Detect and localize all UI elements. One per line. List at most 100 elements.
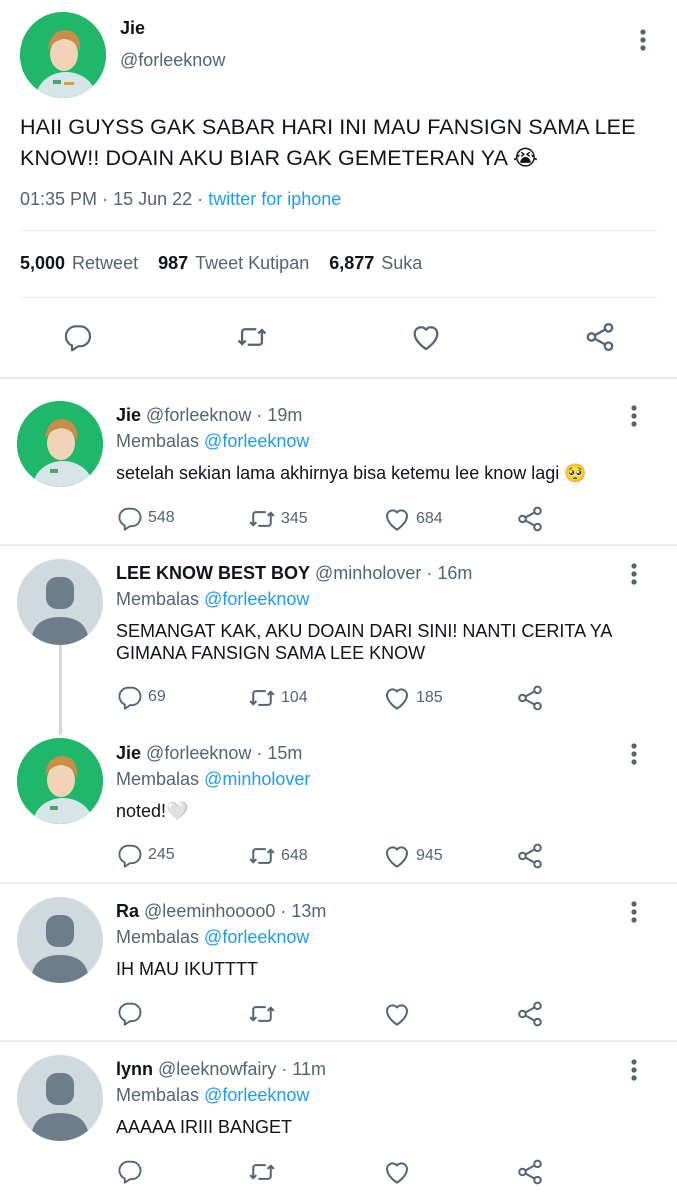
divider xyxy=(20,297,657,298)
like-button[interactable] xyxy=(409,320,443,354)
reply-author-name[interactable]: LEE KNOW BEST BOY xyxy=(116,563,310,583)
reply-button[interactable] xyxy=(116,999,148,1027)
share-button[interactable] xyxy=(515,999,545,1029)
meta-separator: · xyxy=(197,189,204,209)
share-icon xyxy=(518,685,542,711)
replying-to-handle[interactable]: @forleeknow xyxy=(204,927,309,947)
replying-to: Membalas @forleeknow xyxy=(116,1085,309,1106)
reply-header: Jie @forleeknow · 15m xyxy=(116,743,302,764)
reply-author-name[interactable]: Jie xyxy=(116,743,141,763)
tweet-stats: 5,000 Retweet 987 Tweet Kutipan 6,877 Suka xyxy=(20,253,422,274)
more-icon[interactable] xyxy=(622,742,646,766)
replying-to: Membalas @forleeknow xyxy=(116,431,309,452)
reply-button[interactable]: 245 xyxy=(116,841,175,869)
retweet-button[interactable] xyxy=(247,999,281,1029)
more-icon[interactable] xyxy=(622,562,646,586)
tweet-meta: 01:35 PM · 15 Jun 22 · twitter for iphon… xyxy=(20,189,341,210)
reply-count: 548 xyxy=(148,509,175,526)
retweet-icon xyxy=(249,1006,275,1022)
retweet-button[interactable]: 345 xyxy=(247,504,308,534)
share-icon xyxy=(518,1159,542,1185)
profile-avatar[interactable] xyxy=(17,559,103,645)
like-stat-label: Suka xyxy=(381,253,423,273)
reply-button[interactable]: 69 xyxy=(116,683,166,711)
more-icon[interactable] xyxy=(622,900,646,924)
share-icon xyxy=(518,843,542,869)
like-icon xyxy=(386,688,408,710)
reply-icon xyxy=(118,507,142,531)
reply-author-name[interactable]: Ra xyxy=(116,901,139,921)
share-button[interactable] xyxy=(515,841,545,871)
share-button[interactable] xyxy=(515,683,545,713)
like-button[interactable]: 684 xyxy=(382,504,443,534)
retweet-button[interactable] xyxy=(247,1157,281,1187)
retweet-stat-label: Retweet xyxy=(72,253,139,273)
profile-avatar[interactable] xyxy=(20,12,106,98)
reply-author-name[interactable]: lynn xyxy=(116,1059,153,1079)
profile-avatar[interactable] xyxy=(17,897,103,983)
replying-to-handle[interactable]: @forleeknow xyxy=(204,431,309,451)
author-handle[interactable]: @forleeknow xyxy=(120,50,225,71)
default-avatar xyxy=(17,559,103,645)
retweet-button[interactable] xyxy=(235,320,269,354)
share-button[interactable] xyxy=(515,504,545,534)
reply-author-handle[interactable]: @forleeknow · 19m xyxy=(146,405,302,425)
avatar-photo xyxy=(17,738,103,824)
like-icon xyxy=(386,1004,408,1026)
reply-button[interactable]: 548 xyxy=(116,504,175,532)
profile-avatar[interactable] xyxy=(17,738,103,824)
replying-label: Membalas xyxy=(116,769,200,789)
reply-tweet[interactable]: LEE KNOW BEST BOY @minholover · 16m Memb… xyxy=(0,546,677,726)
retweet-icon xyxy=(249,511,275,527)
more-icon[interactable] xyxy=(622,404,646,428)
avatar-photo xyxy=(17,401,103,487)
reply-icon xyxy=(118,1002,142,1026)
share-button[interactable] xyxy=(515,1157,545,1187)
retweet-button[interactable]: 104 xyxy=(247,683,308,713)
replying-to: Membalas @minholover xyxy=(116,769,310,790)
retweet-stat[interactable]: 5,000 Retweet xyxy=(20,253,138,274)
retweet-button[interactable]: 648 xyxy=(247,841,308,871)
reply-author-handle[interactable]: @minholover · 16m xyxy=(315,563,472,583)
replying-to-handle[interactable]: @forleeknow xyxy=(204,1085,309,1105)
replying-to-handle[interactable]: @forleeknow xyxy=(204,589,309,609)
reply-tweet[interactable]: lynn @leeknowfairy · 11m Membalas @forle… xyxy=(0,1042,677,1200)
quote-stat[interactable]: 987 Tweet Kutipan xyxy=(158,253,309,274)
reply-button[interactable] xyxy=(116,1157,148,1185)
main-tweet: Jie @forleeknow HAII GUYSS GAK SABAR HAR… xyxy=(0,0,677,378)
author-name[interactable]: Jie xyxy=(120,18,145,39)
profile-avatar[interactable] xyxy=(17,1055,103,1141)
like-button[interactable]: 945 xyxy=(382,841,443,871)
tweet-source[interactable]: twitter for iphone xyxy=(208,189,341,209)
like-icon xyxy=(386,509,408,531)
reply-button[interactable] xyxy=(61,320,95,354)
reply-icon xyxy=(64,325,92,352)
like-button[interactable] xyxy=(382,1157,416,1187)
retweet-icon xyxy=(237,328,267,346)
like-stat[interactable]: 6,877 Suka xyxy=(329,253,422,274)
reply-tweet[interactable]: Jie @forleeknow · 19m Membalas @forleekn… xyxy=(0,379,677,544)
reply-author-handle[interactable]: @forleeknow · 15m xyxy=(146,743,302,763)
like-count: 185 xyxy=(416,689,443,706)
like-count: 945 xyxy=(416,847,443,864)
reply-author-handle[interactable]: @leeknowfairy · 11m xyxy=(158,1059,326,1079)
replying-to: Membalas @forleeknow xyxy=(116,589,309,610)
reply-tweet[interactable]: Ra @leeminhoooo0 · 13m Membalas @forleek… xyxy=(0,884,677,1040)
share-button[interactable] xyxy=(583,320,617,354)
like-icon xyxy=(386,1162,408,1184)
like-count: 684 xyxy=(416,510,443,527)
retweet-icon xyxy=(249,848,275,864)
profile-avatar[interactable] xyxy=(17,401,103,487)
retweet-icon xyxy=(249,1164,275,1180)
like-button[interactable] xyxy=(382,999,416,1029)
more-icon[interactable] xyxy=(631,28,655,52)
reply-header: LEE KNOW BEST BOY @minholover · 16m xyxy=(116,563,472,584)
more-icon[interactable] xyxy=(622,1058,646,1082)
like-button[interactable]: 185 xyxy=(382,683,443,713)
reply-author-name[interactable]: Jie xyxy=(116,405,141,425)
reply-author-handle[interactable]: @leeminhoooo0 · 13m xyxy=(144,901,326,921)
replying-to-handle[interactable]: @minholover xyxy=(204,769,310,789)
share-icon xyxy=(518,1001,542,1027)
reply-tweet[interactable]: Jie @forleeknow · 15m Membalas @minholov… xyxy=(0,726,677,882)
replying-label: Membalas xyxy=(116,431,200,451)
